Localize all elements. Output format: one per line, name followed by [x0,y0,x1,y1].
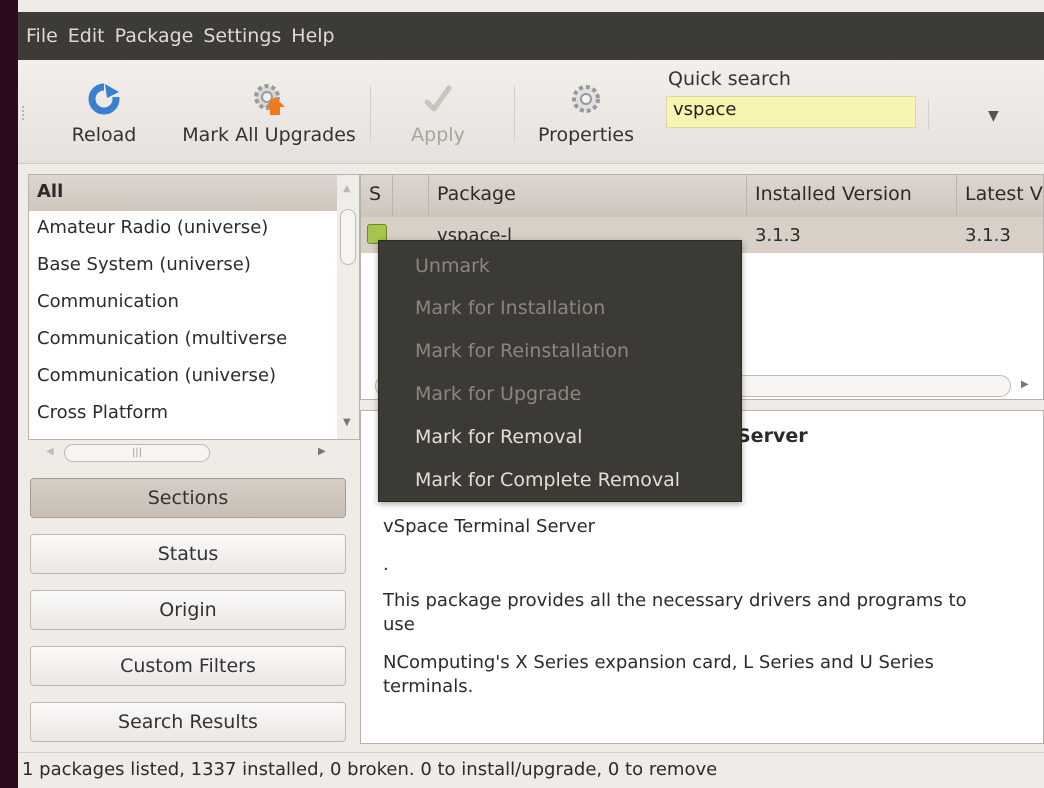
scroll-thumb[interactable] [340,209,356,265]
sections-filter-button[interactable]: Sections [30,478,346,518]
column-support[interactable] [393,175,429,217]
menu-item-mark-for-complete-removal[interactable]: Mark for Complete Removal [415,469,680,491]
search-results-button[interactable]: Search Results [30,702,346,742]
scroll-right-icon[interactable]: ▶ [1021,379,1029,390]
section-list: All Amateur Radio (universe) Base System… [28,174,360,440]
quick-search-label: Quick search [668,68,791,90]
description-line: This package provides all the necessary … [383,590,967,635]
description-line: vSpace Terminal Server [383,516,596,537]
apply-check-icon [398,78,478,120]
status-bar: 1 packages listed, 1337 installed, 0 bro… [18,752,1044,788]
description-title: Server [737,425,808,447]
section-item-all[interactable]: All [29,175,359,211]
toolbar-grip[interactable] [22,106,26,120]
section-item[interactable]: Communication (multiverse [29,322,325,359]
column-status[interactable]: S [361,175,393,217]
custom-filters-button[interactable]: Custom Filters [30,646,346,686]
toolbar-separator [514,86,515,142]
column-installed-version[interactable]: Installed Version [747,175,957,217]
menu-item-mark-for-removal[interactable]: Mark for Removal [415,426,582,448]
menu-help[interactable]: Help [291,25,334,47]
reload-button[interactable]: Reload [54,78,154,146]
reload-label: Reload [71,124,137,146]
reload-icon [54,78,154,120]
apply-button[interactable]: Apply [398,78,478,146]
scroll-thumb[interactable]: ||| [64,444,210,462]
toolbar-separator [928,100,929,130]
section-list-hscrollbar[interactable]: ◀ ||| ▶ [42,442,342,464]
upgrade-gear-icon [176,78,362,120]
status-filter-button[interactable]: Status [30,534,346,574]
desktop-edge [0,0,18,788]
origin-filter-button[interactable]: Origin [30,590,346,630]
latest-version: 3.1.3 [965,225,1011,246]
properties-label: Properties [537,124,635,146]
properties-button[interactable]: Properties [528,78,644,146]
menu-item-mark-for-installation: Mark for Installation [415,297,606,319]
toolbar-overflow-icon[interactable]: ▼ [988,108,999,124]
section-item[interactable]: Base System (universe) [29,248,325,285]
column-package[interactable]: Package [429,175,747,217]
menu-settings[interactable]: Settings [203,25,281,47]
section-item[interactable]: Amateur Radio (universe) [29,211,325,248]
quick-search-input[interactable]: vspace [666,96,916,128]
apply-label: Apply [411,124,465,146]
column-latest-version[interactable]: Latest V [957,175,1043,217]
menu-item-mark-for-upgrade: Mark for Upgrade [415,383,582,405]
installed-version: 3.1.3 [755,225,801,246]
menu-edit[interactable]: Edit [68,25,105,47]
toolbar: Reload Mark All Upgrades Apply Propertie… [18,60,1044,164]
menubar: File Edit Package Settings Help [18,12,1044,60]
section-item[interactable]: Communication (universe) [29,359,325,396]
toolbar-separator [370,86,371,142]
mark-all-upgrades-label: Mark All Upgrades [182,124,356,146]
menu-item-mark-for-reinstallation: Mark for Reinstallation [415,340,630,362]
menu-file[interactable]: File [26,25,58,47]
synaptic-window: File Edit Package Settings Help Reload M… [18,0,1044,788]
description-line: NComputing's X Series expansion card, L … [383,652,934,697]
scroll-down-icon[interactable]: ▼ [343,417,351,428]
section-item[interactable]: Cross Platform [29,396,325,433]
properties-gear-icon [528,78,644,120]
section-list-vscrollbar[interactable]: ▲ ▼ [337,175,359,439]
menu-package[interactable]: Package [115,25,194,47]
scroll-up-icon[interactable]: ▲ [343,183,351,194]
scroll-right-icon[interactable]: ▶ [318,446,326,457]
section-item[interactable]: Communication [29,285,325,322]
mark-all-upgrades-button[interactable]: Mark All Upgrades [176,78,362,146]
description-line: . [383,554,389,575]
package-context-menu: Unmark Mark for Installation Mark for Re… [378,240,742,502]
menu-item-unmark: Unmark [415,255,490,277]
scroll-left-icon[interactable]: ◀ [46,446,54,457]
